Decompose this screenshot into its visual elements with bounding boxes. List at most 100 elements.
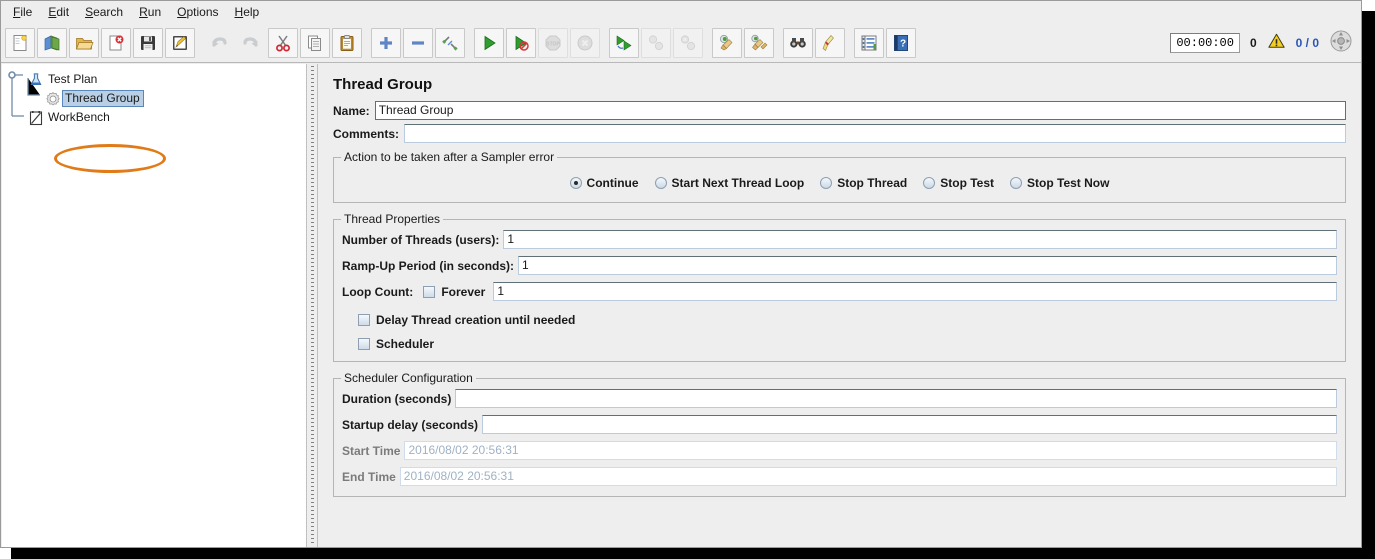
radio-stop-test-now[interactable]: Stop Test Now xyxy=(1010,176,1109,190)
radio-continue-indicator[interactable] xyxy=(570,177,582,189)
name-input[interactable]: Thread Group xyxy=(375,101,1346,120)
stop-icon: STOP xyxy=(538,28,568,58)
toolbar: STOP xyxy=(1,23,1361,63)
activity-indicator-icon xyxy=(1329,29,1353,58)
radio-stop-test[interactable]: Stop Test xyxy=(923,176,994,190)
toolbar-separator xyxy=(196,28,203,58)
radio-stop-thread-label: Stop Thread xyxy=(837,176,907,190)
open-folder-icon[interactable] xyxy=(69,28,99,58)
toolbar-separator xyxy=(775,28,782,58)
startup-delay-row: Startup delay (seconds) xyxy=(342,415,1337,434)
warning-count: 0 xyxy=(1250,36,1257,50)
radio-start-next-thread-loop[interactable]: Start Next Thread Loop xyxy=(655,176,805,190)
end-time-label: End Time xyxy=(342,470,400,484)
number-of-threads-row: Number of Threads (users): 1 xyxy=(342,230,1337,249)
delay-thread-creation-row: Delay Thread creation until needed xyxy=(358,313,1337,327)
scheduler-label: Scheduler xyxy=(376,337,434,351)
expand-all-icon[interactable] xyxy=(371,28,401,58)
copy-icon[interactable] xyxy=(300,28,330,58)
duration-input[interactable] xyxy=(455,389,1337,408)
status-cluster: 00:00:00 0 0 / 0 xyxy=(1170,23,1353,63)
radio-stop-test-indicator[interactable] xyxy=(923,177,935,189)
forever-label: Forever xyxy=(441,285,485,299)
number-of-threads-input[interactable]: 1 xyxy=(503,230,1337,249)
start-icon[interactable] xyxy=(474,28,504,58)
scheduler-checkbox[interactable]: Scheduler xyxy=(358,337,434,351)
workbench-icon xyxy=(27,109,45,127)
paste-icon[interactable] xyxy=(332,28,362,58)
scheduler-configuration-group-title: Scheduler Configuration xyxy=(341,371,476,385)
radio-start-next-thread-loop-label: Start Next Thread Loop xyxy=(672,176,805,190)
scheduler-checkbox-indicator[interactable] xyxy=(358,338,370,350)
elapsed-timer: 00:00:00 xyxy=(1170,33,1240,53)
delay-thread-creation-checkbox[interactable]: Delay Thread creation until needed xyxy=(358,313,575,327)
start-time-input[interactable]: 2016/08/02 20:56:31 xyxy=(404,441,1337,460)
help-icon[interactable]: ? xyxy=(886,28,916,58)
new-file-icon[interactable] xyxy=(5,28,35,58)
save-as-icon[interactable] xyxy=(165,28,195,58)
tree-node-label: Test Plan xyxy=(45,71,101,88)
menu-edit[interactable]: Edit xyxy=(40,3,77,21)
loop-count-label: Loop Count: xyxy=(342,285,417,299)
forever-checkbox[interactable]: Forever xyxy=(423,285,485,299)
thread-properties-group-title: Thread Properties xyxy=(341,212,443,226)
tree-node-workbench[interactable]: WorkBench xyxy=(6,108,306,127)
test-plan-tree-panel[interactable]: Test Plan Thread Group xyxy=(2,64,306,548)
radio-stop-test-label: Stop Test xyxy=(940,176,994,190)
menu-file[interactable]: File xyxy=(5,3,40,21)
search-reset-icon[interactable] xyxy=(815,28,845,58)
close-file-icon[interactable] xyxy=(101,28,131,58)
warning-triangle-icon[interactable] xyxy=(1267,32,1286,55)
menu-options[interactable]: Options xyxy=(169,3,226,21)
svg-text:?: ? xyxy=(900,38,906,49)
toolbar-separator xyxy=(704,28,711,58)
save-icon[interactable] xyxy=(133,28,163,58)
end-time-row: End Time 2016/08/02 20:56:31 xyxy=(342,467,1337,486)
radio-stop-thread-indicator[interactable] xyxy=(820,177,832,189)
radio-continue[interactable]: Continue xyxy=(570,176,639,190)
templates-icon[interactable] xyxy=(37,28,67,58)
radio-stop-thread[interactable]: Stop Thread xyxy=(820,176,907,190)
end-time-input[interactable]: 2016/08/02 20:56:31 xyxy=(400,467,1337,486)
collapse-all-icon[interactable] xyxy=(403,28,433,58)
ramp-up-period-row: Ramp-Up Period (in seconds): 1 xyxy=(342,256,1337,275)
function-helper-icon[interactable] xyxy=(854,28,884,58)
loop-count-row: Loop Count: Forever 1 xyxy=(342,282,1337,301)
start-no-pauses-icon[interactable] xyxy=(506,28,536,58)
duration-row: Duration (seconds) xyxy=(342,389,1337,408)
toggle-icon[interactable] xyxy=(435,28,465,58)
tree-node-label: Thread Group xyxy=(62,90,144,107)
start-time-row: Start Time 2016/08/02 20:56:31 xyxy=(342,441,1337,460)
tree-node-test-plan[interactable]: Test Plan xyxy=(6,70,306,89)
thread-count: 0 / 0 xyxy=(1296,36,1319,50)
radio-stop-test-now-indicator[interactable] xyxy=(1010,177,1022,189)
forever-checkbox-indicator[interactable] xyxy=(423,286,435,298)
startup-delay-input[interactable] xyxy=(482,415,1337,434)
number-of-threads-label: Number of Threads (users): xyxy=(342,233,503,247)
name-row: Name: Thread Group xyxy=(333,101,1346,120)
tree-node-label: WorkBench xyxy=(45,109,114,126)
ramp-up-period-input[interactable]: 1 xyxy=(518,256,1337,275)
clear-icon[interactable] xyxy=(712,28,742,58)
delay-thread-creation-checkbox-indicator[interactable] xyxy=(358,314,370,326)
tree-node-thread-group[interactable]: Thread Group xyxy=(6,89,306,108)
menu-run[interactable]: Run xyxy=(131,3,169,21)
comments-input[interactable] xyxy=(404,124,1346,143)
loop-count-input[interactable]: 1 xyxy=(493,282,1337,301)
search-icon[interactable] xyxy=(783,28,813,58)
remote-start-all-icon[interactable] xyxy=(609,28,639,58)
page-title: Thread Group xyxy=(319,64,1360,101)
cut-icon[interactable] xyxy=(268,28,298,58)
duration-label: Duration (seconds) xyxy=(342,392,455,406)
scheduler-row: Scheduler xyxy=(358,337,1337,351)
menu-help[interactable]: Help xyxy=(227,3,268,21)
menu-search[interactable]: Search xyxy=(77,3,131,21)
clear-all-icon[interactable] xyxy=(744,28,774,58)
menu-bar: File Edit Search Run Options Help xyxy=(1,1,1361,23)
comments-label: Comments: xyxy=(333,127,404,141)
ramp-up-period-label: Ramp-Up Period (in seconds): xyxy=(342,259,518,273)
test-plan-tree: Test Plan Thread Group xyxy=(2,64,306,127)
window-shadow-right xyxy=(1362,11,1375,559)
split-pane-divider[interactable] xyxy=(306,64,318,548)
radio-start-next-thread-loop-indicator[interactable] xyxy=(655,177,667,189)
